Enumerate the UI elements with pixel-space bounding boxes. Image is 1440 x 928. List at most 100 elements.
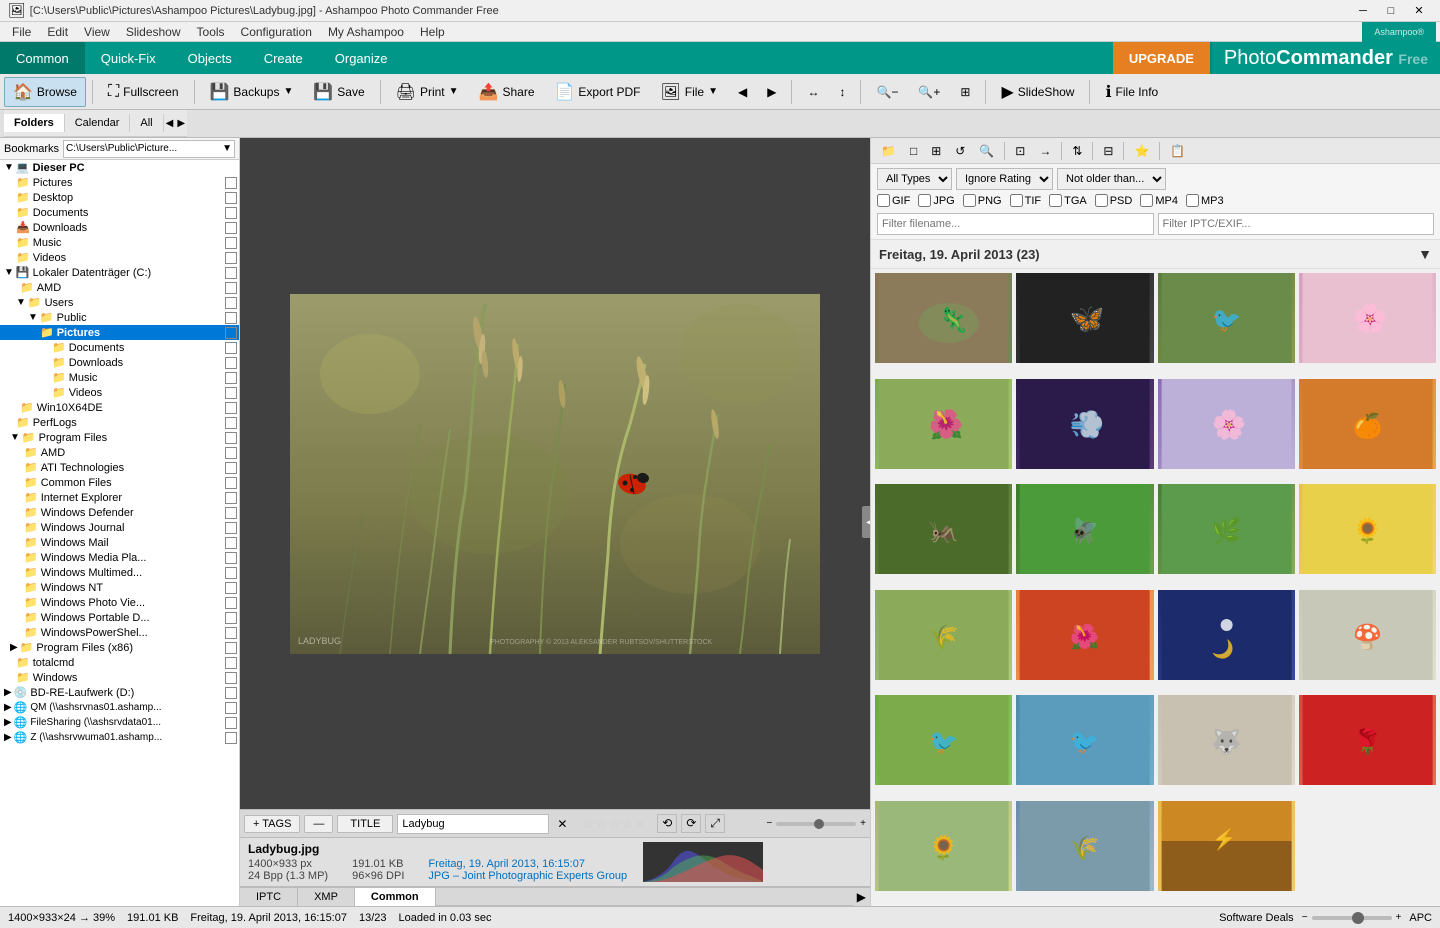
tree-item-filesharing[interactable]: ▶ 🌐 FileSharing (\\ashsrvdata01... [0, 715, 239, 730]
checkbox[interactable] [225, 612, 237, 624]
thumbnail-6[interactable]: 💨 [1016, 379, 1153, 469]
rt-minus-button[interactable]: ⊟ [1097, 141, 1119, 161]
tree-item-downloads[interactable]: 📥 Downloads [0, 220, 239, 235]
tree-item-programfiles[interactable]: ▼ 📁 Program Files [0, 430, 239, 445]
filter-png[interactable]: PNG [963, 194, 1002, 207]
checkbox[interactable] [225, 357, 237, 369]
save-button[interactable]: 💾 Save [304, 77, 373, 107]
menu-myashampoo[interactable]: My Ashampoo [320, 23, 412, 41]
backups-button[interactable]: 💾 Backups ▼ [201, 77, 303, 107]
minimize-button[interactable]: ─ [1350, 2, 1376, 20]
filter-mp3[interactable]: MP3 [1186, 194, 1224, 207]
flip-v-button[interactable]: ↕ [830, 80, 854, 104]
close-button[interactable]: ✕ [1406, 2, 1432, 20]
checkbox[interactable] [225, 642, 237, 654]
gallery-expand-button[interactable]: ▼ [1418, 246, 1432, 262]
star-5[interactable]: ☆ [635, 817, 646, 831]
browse-button[interactable]: 🏠 Browse [4, 77, 86, 107]
checkbox[interactable] [225, 552, 237, 564]
thumbnail-5[interactable]: 🌺 [875, 379, 1012, 469]
checkbox[interactable] [225, 672, 237, 684]
checkbox[interactable] [225, 702, 237, 714]
filter-gif[interactable]: GIF [877, 194, 910, 207]
checkbox[interactable] [225, 582, 237, 594]
tree-item-winphotov[interactable]: 📁 Windows Photo Vie... [0, 595, 239, 610]
thumbnail-20[interactable]: 🌹 [1299, 695, 1436, 785]
rt-sort-button[interactable]: ⇅ [1066, 141, 1088, 161]
thumbnail-3[interactable]: 🐦 [1158, 273, 1295, 363]
menu-file[interactable]: File [4, 23, 39, 41]
thumbnail-9[interactable]: 🦗 [875, 484, 1012, 574]
tab-quickfix[interactable]: Quick-Fix [85, 42, 172, 74]
thumbnail-1[interactable]: 🦎 [875, 273, 1012, 363]
filter-tif[interactable]: TIF [1010, 194, 1042, 207]
checkbox[interactable] [225, 432, 237, 444]
tree-item-music[interactable]: 📁 Music [0, 235, 239, 250]
tree-item-downloads-2[interactable]: 📁 Downloads [0, 355, 239, 370]
filter-psd[interactable]: PSD [1095, 194, 1133, 207]
menu-configuration[interactable]: Configuration [233, 23, 320, 41]
path-dropdown[interactable]: ▼ [222, 143, 232, 154]
tree-item-videos[interactable]: 📁 Videos [0, 250, 239, 265]
tree-item-dieser-pc[interactable]: ▼ 💻 Dieser PC [0, 160, 239, 175]
checkbox[interactable] [225, 717, 237, 729]
rt-rect-button[interactable]: □ [904, 141, 923, 161]
checkbox[interactable] [225, 297, 237, 309]
meta-scroll-right[interactable]: ▶ [853, 888, 870, 906]
nav-prev-button[interactable]: ◀ [729, 80, 756, 104]
flip-h-button[interactable]: ↔ [798, 80, 828, 104]
thumbnail-14[interactable]: 🌺 [1016, 590, 1153, 680]
thumbnail-22[interactable]: 🌾 [1016, 801, 1153, 891]
checkbox[interactable] [225, 372, 237, 384]
rt-rotate-button[interactable]: ↺ [949, 141, 971, 161]
thumbnail-21[interactable]: 🌻 [875, 801, 1012, 891]
zoom-in-button[interactable]: 🔍+ [909, 80, 949, 104]
zoom-fit-button[interactable]: ⊞ [951, 80, 979, 104]
title-tab[interactable]: TITLE [337, 815, 393, 833]
tree-item-users[interactable]: ▼ 📁 Users [0, 295, 239, 310]
tree-item-ie[interactable]: 📁 Internet Explorer [0, 490, 239, 505]
tree-item-winmediaplayer[interactable]: 📁 Windows Media Pla... [0, 550, 239, 565]
rt-copy-button[interactable]: 📋 [1164, 141, 1191, 161]
checkbox[interactable] [225, 537, 237, 549]
filename-filter-input[interactable] [877, 213, 1154, 235]
tree-item-winmail[interactable]: 📁 Windows Mail [0, 535, 239, 550]
checkbox[interactable] [225, 222, 237, 234]
thumbnail-8[interactable]: 🍊 [1299, 379, 1436, 469]
checkbox[interactable] [225, 447, 237, 459]
menu-edit[interactable]: Edit [39, 23, 76, 41]
tab-calendar[interactable]: Calendar [65, 114, 131, 132]
rotate-right-button[interactable]: ⟳ [681, 814, 701, 833]
filter-mp4[interactable]: MP4 [1140, 194, 1178, 207]
menu-slideshow[interactable]: Slideshow [118, 23, 189, 41]
checkbox[interactable] [225, 327, 237, 339]
tree-item-windows[interactable]: 📁 Windows [0, 670, 239, 685]
tree-item-documents-2[interactable]: 📁 Documents [0, 340, 239, 355]
checkbox[interactable] [225, 207, 237, 219]
thumbnail-15[interactable]: 🌙 [1158, 590, 1295, 680]
thumbnail-2[interactable]: 🦋 [1016, 273, 1153, 363]
remove-tags-button[interactable]: — [304, 815, 333, 833]
checkbox[interactable] [225, 687, 237, 699]
tree-item-windefender[interactable]: 📁 Windows Defender [0, 505, 239, 520]
rt-compare-button[interactable]: ⊡ [1009, 141, 1031, 161]
menu-view[interactable]: View [76, 23, 118, 41]
checkbox[interactable] [225, 192, 237, 204]
thumbnail-19[interactable]: 🐺 [1158, 695, 1295, 785]
thumbnail-11[interactable]: 🌿 [1158, 484, 1295, 574]
filter-tga[interactable]: TGA [1049, 194, 1087, 207]
checkbox[interactable] [225, 267, 237, 279]
nav-next-button[interactable]: ▶ [758, 80, 785, 104]
checkbox[interactable] [225, 387, 237, 399]
tree-item-qm[interactable]: ▶ 🌐 QM (\\ashsrvnas01.ashamp... [0, 700, 239, 715]
thumbnail-7[interactable]: 🌸 [1158, 379, 1295, 469]
tree-item-winportable[interactable]: 📁 Windows Portable D... [0, 610, 239, 625]
checkbox[interactable] [225, 597, 237, 609]
share-button[interactable]: 📤 Share [470, 77, 544, 107]
tree-item-winjournal[interactable]: 📁 Windows Journal [0, 520, 239, 535]
clear-title-button[interactable]: ✕ [553, 815, 571, 833]
rt-search-button[interactable]: 🔍 [973, 141, 1000, 161]
thumbnail-13[interactable]: 🌾 [875, 590, 1012, 680]
tree-item-winnt[interactable]: 📁 Windows NT [0, 580, 239, 595]
fullscreen-button[interactable]: ⛶ Fullscreen [99, 78, 188, 106]
